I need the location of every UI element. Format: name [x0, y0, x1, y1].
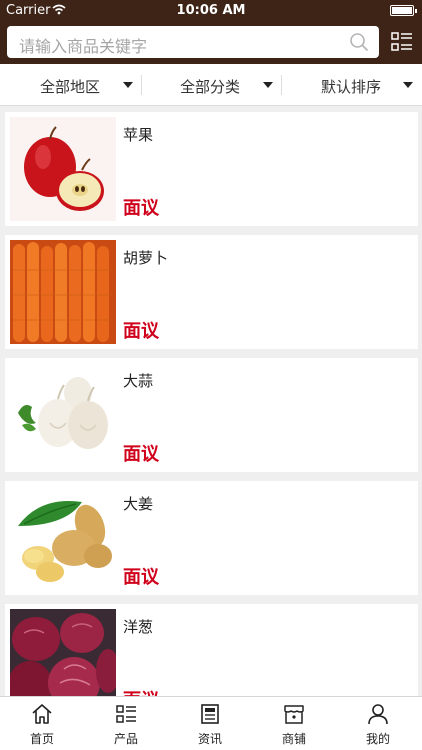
tab-label: 产品: [113, 732, 138, 746]
chevron-down-icon: [123, 82, 133, 88]
search-input[interactable]: 请输入商品关键字: [7, 26, 379, 58]
tab-stores[interactable]: 商铺: [252, 697, 336, 750]
product-price: 面议: [123, 567, 159, 588]
filter-region-label: 全部地区: [40, 78, 101, 96]
product-name: 大姜: [123, 495, 154, 513]
product-name: 大蒜: [123, 372, 154, 390]
tab-profile[interactable]: 我的: [336, 697, 420, 750]
product-image-ginger: [10, 486, 116, 590]
person-icon: [368, 704, 388, 725]
news-icon: [201, 704, 219, 724]
status-bar: Carrier 10:06 AM: [0, 0, 422, 22]
product-price: 面议: [123, 444, 159, 465]
filter-category[interactable]: 全部分类: [141, 64, 281, 106]
tab-label: 我的: [365, 732, 390, 746]
category-menu-icon[interactable]: [390, 30, 414, 54]
chevron-down-icon: [263, 82, 273, 88]
filter-sort-label: 默认排序: [321, 78, 382, 96]
product-price: 面议: [123, 686, 159, 696]
filter-bar: 全部地区 全部分类 默认排序: [0, 64, 422, 106]
tab-news[interactable]: 资讯: [168, 697, 252, 750]
battery-icon: [390, 5, 417, 16]
filter-region[interactable]: 全部地区: [0, 64, 140, 106]
product-image-garlic: [10, 363, 116, 467]
product-image-apple: [10, 117, 116, 221]
grid-list-icon: [116, 705, 136, 723]
product-image-onion: [10, 609, 116, 696]
clock: 10:06 AM: [176, 3, 246, 18]
product-price: 面议: [123, 198, 159, 219]
home-icon: [32, 704, 52, 724]
store-icon: [284, 705, 304, 724]
product-name: 洋葱: [123, 618, 154, 636]
tab-home[interactable]: 首页: [0, 697, 84, 750]
filter-sort[interactable]: 默认排序: [282, 64, 422, 106]
chevron-down-icon: [403, 82, 413, 88]
product-image-carrot: [10, 240, 116, 344]
product-name: 苹果: [123, 126, 154, 144]
product-card-onion[interactable]: 洋葱 面议: [5, 604, 418, 696]
product-price: 面议: [123, 321, 159, 342]
product-list[interactable]: 苹果 面议 胡萝卜 面议 大蒜 面议 大姜 面议 洋葱: [0, 106, 422, 696]
search-icon[interactable]: [349, 32, 369, 52]
product-name: 胡萝卜: [123, 249, 169, 267]
tab-label: 商铺: [281, 732, 306, 746]
search-placeholder: 请输入商品关键字: [19, 37, 148, 56]
search-header: 请输入商品关键字: [0, 22, 422, 64]
product-card-garlic[interactable]: 大蒜 面议: [5, 358, 418, 472]
tab-label: 首页: [29, 732, 54, 746]
filter-category-label: 全部分类: [180, 78, 241, 96]
tab-products[interactable]: 产品: [84, 697, 168, 750]
tab-label: 资讯: [197, 732, 222, 746]
product-card-ginger[interactable]: 大姜 面议: [5, 481, 418, 595]
product-card-carrot[interactable]: 胡萝卜 面议: [5, 235, 418, 349]
bottom-tab-bar: 首页 产品 资讯 商铺 我的: [0, 696, 422, 750]
product-card-apple[interactable]: 苹果 面议: [5, 112, 418, 226]
